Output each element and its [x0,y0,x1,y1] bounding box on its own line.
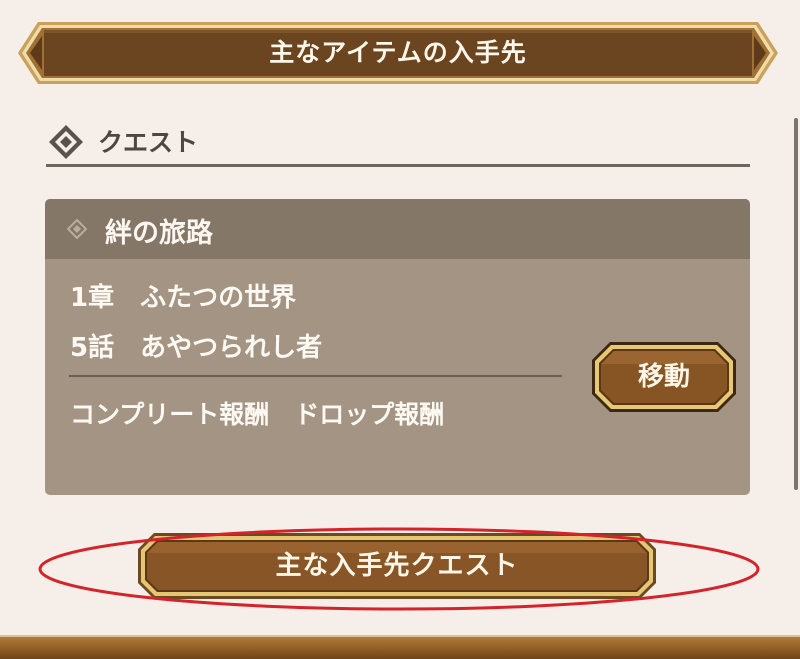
scrollbar[interactable] [794,118,798,490]
section-title: クエスト [98,128,199,157]
quest-rewards: コンプリート報酬 ドロップ報酬 [70,400,445,429]
move-button[interactable]: 移動 [592,342,736,412]
quest-name: 絆の旅路 [105,218,213,249]
header-title: 主なアイテムの入手先 [269,38,527,67]
main-quest-button-label: 主な入手先クエスト [275,551,519,581]
quest-episode: 5話 あやつられし者 [70,333,323,363]
header-banner: 主なアイテムの入手先 [18,22,778,84]
small-diamond-icon [67,219,87,239]
quest-chapter: 1章 ふたつの世界 [70,283,297,313]
section-heading: クエスト [46,118,750,167]
quest-divider [69,375,562,377]
quest-card-header: 絆の旅路 [45,199,750,259]
bottom-bar [0,637,800,659]
move-button-label: 移動 [637,362,690,392]
main-quest-button[interactable]: 主な入手先クエスト [138,533,656,599]
diamond-icon [49,125,83,159]
